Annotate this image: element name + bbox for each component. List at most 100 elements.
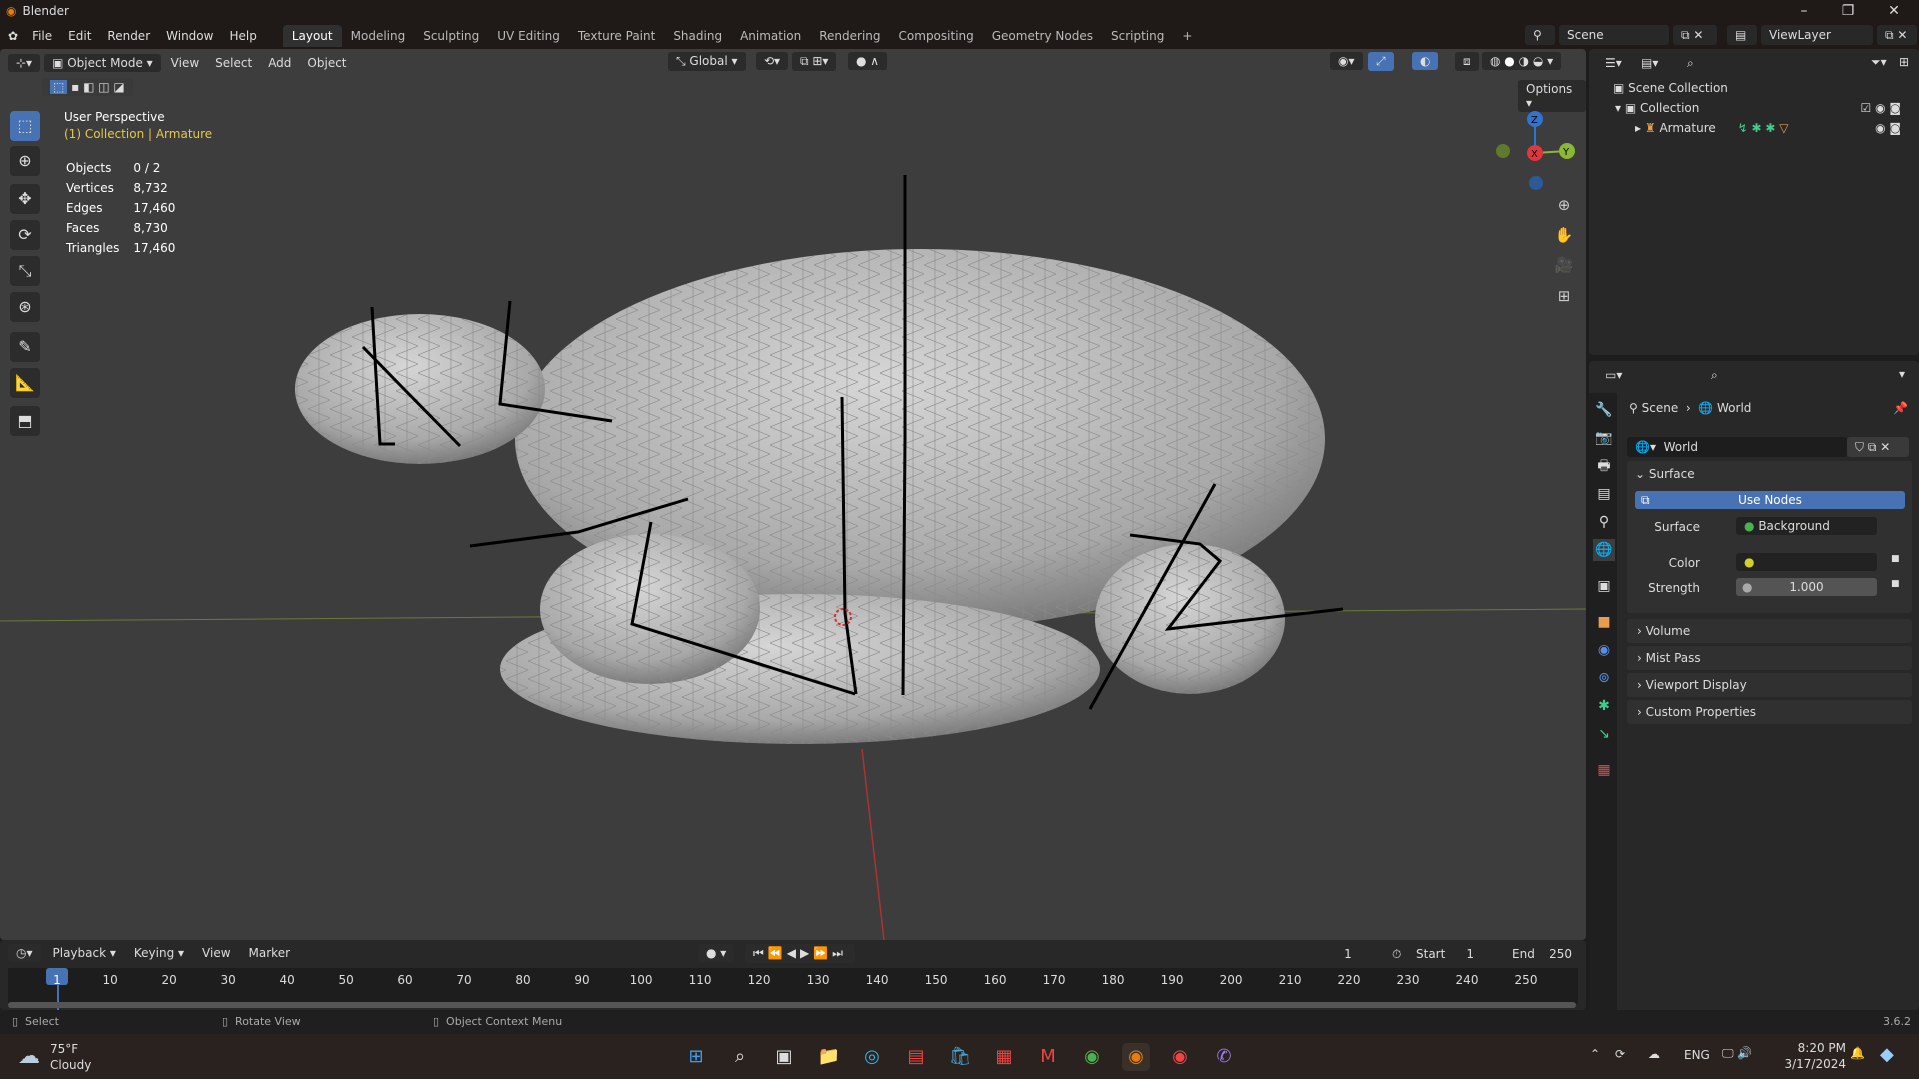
language-indicator[interactable]: ENG bbox=[1684, 1048, 1710, 1062]
bone-tab-icon[interactable]: ↘ bbox=[1593, 723, 1615, 745]
notepad-app-icon[interactable]: ▤ bbox=[902, 1043, 930, 1071]
mode-selector[interactable]: ▣ Object Mode ▾ bbox=[44, 53, 161, 72]
tab-rendering[interactable]: Rendering bbox=[810, 25, 889, 47]
pin-icon[interactable]: 📌 bbox=[1893, 401, 1908, 415]
strength-keyframe-icon[interactable]: ■ bbox=[1891, 579, 1900, 589]
start-button-icon[interactable]: ⊞ bbox=[682, 1043, 710, 1071]
weather-condition[interactable]: Cloudy bbox=[50, 1058, 91, 1072]
transform-tool[interactable]: ⊛ bbox=[10, 292, 40, 322]
selection-mode-buttons[interactable]: ⬚ ▪ ◧ ◫ ◪ bbox=[42, 78, 133, 96]
task-view-icon[interactable]: ▣ bbox=[770, 1043, 798, 1071]
mail-app-icon[interactable]: M bbox=[1034, 1043, 1062, 1071]
close-button[interactable]: ✕ bbox=[1874, 0, 1914, 22]
world-datablock-selector[interactable]: 🌐▾ World bbox=[1627, 437, 1847, 457]
clock-time[interactable]: 8:20 PM bbox=[1786, 1041, 1846, 1055]
chrome-icon[interactable]: ◉ bbox=[1078, 1043, 1106, 1071]
edge-icon[interactable]: ◎ bbox=[858, 1043, 886, 1071]
filter-icon[interactable]: ⏷▾ bbox=[1871, 55, 1887, 70]
rotate-tool[interactable]: ⟳ bbox=[10, 220, 40, 250]
start-frame-field[interactable]: Start 1 bbox=[1408, 944, 1482, 964]
playback-menu[interactable]: Playback ▾ bbox=[47, 944, 122, 962]
gizmo-toggle-button[interactable]: ⤢ bbox=[1368, 52, 1394, 71]
editor-type-button[interactable]: ⊹▾ bbox=[8, 53, 41, 72]
measure-tool[interactable]: 📐 bbox=[10, 368, 40, 398]
texture-tab-icon[interactable]: ▦ bbox=[1593, 759, 1615, 781]
mist-pass-panel[interactable]: › Mist Pass bbox=[1627, 646, 1912, 670]
tab-geometry-nodes[interactable]: Geometry Nodes bbox=[983, 25, 1102, 47]
weather-temp[interactable]: 75°F bbox=[50, 1042, 78, 1056]
scene-selector[interactable]: Scene bbox=[1559, 25, 1669, 45]
surface-shader-selector[interactable]: ● Background bbox=[1736, 517, 1877, 535]
pivot-point-button[interactable]: ⟲▾ bbox=[756, 52, 789, 70]
tab-uv-editing[interactable]: UV Editing bbox=[488, 25, 569, 47]
outliner-search-input[interactable]: ⌕ bbox=[1679, 53, 1799, 73]
clock-date[interactable]: 3/17/2024 bbox=[1780, 1057, 1846, 1071]
blender-menu-icon[interactable]: ✿ bbox=[8, 29, 18, 43]
new-collection-icon[interactable]: ⊞ bbox=[1899, 55, 1909, 69]
tab-animation[interactable]: Animation bbox=[731, 25, 810, 47]
tray-app-icon[interactable]: ⟳ bbox=[1615, 1047, 1625, 1061]
transform-orientation-selector[interactable]: ⤡ Global ▾ bbox=[668, 52, 746, 71]
display-mode-button[interactable]: ☰▾ bbox=[1597, 53, 1627, 73]
navigation-gizmo[interactable]: Z Y X bbox=[1490, 105, 1580, 195]
xray-toggle-button[interactable]: ⧈ bbox=[1455, 52, 1479, 71]
properties-search-input[interactable]: ⌕ bbox=[1703, 365, 1813, 385]
view-layer-new-button[interactable]: ⧉ ✕ bbox=[1877, 25, 1917, 45]
view-layer-selector[interactable]: ViewLayer bbox=[1761, 25, 1873, 45]
chrome-profile-icon[interactable]: ◉ bbox=[1166, 1043, 1194, 1071]
scene-icon[interactable]: ⚲ bbox=[1525, 25, 1555, 45]
move-tool[interactable]: ✥ bbox=[10, 184, 40, 214]
outliner-row-scene-collection[interactable]: ▣ Scene Collection bbox=[1613, 81, 1728, 95]
snap-button[interactable]: ⧉ ⊞▾ bbox=[792, 52, 837, 71]
view-layer-filter-button[interactable]: ▤▾ bbox=[1633, 53, 1663, 73]
office-app-icon[interactable]: ▦ bbox=[990, 1043, 1018, 1071]
strength-field[interactable]: ● 1.000 bbox=[1736, 578, 1877, 596]
collection-tab-icon[interactable]: ▣ bbox=[1593, 575, 1615, 597]
maximize-button[interactable]: ❐ bbox=[1828, 0, 1868, 22]
onedrive-icon[interactable]: ☁ bbox=[1648, 1047, 1660, 1061]
custom-properties-panel[interactable]: › Custom Properties bbox=[1627, 700, 1912, 724]
outliner-row-armature[interactable]: ▸ ♜ Armature ↯ ✱ ✱ ▽ ◉ ◙ bbox=[1635, 121, 1915, 135]
tab-scripting[interactable]: Scripting bbox=[1102, 25, 1173, 47]
minimize-button[interactable]: – bbox=[1784, 0, 1824, 22]
visibility-button[interactable]: ◉▾ bbox=[1330, 52, 1363, 70]
end-frame-field[interactable]: End 250 bbox=[1504, 944, 1580, 964]
3d-viewport[interactable] bbox=[0, 49, 1586, 940]
preview-range-icon[interactable]: ⏱ bbox=[1392, 947, 1401, 962]
file-explorer-icon[interactable]: 📁 bbox=[815, 1043, 843, 1071]
orthographic-grid-icon[interactable]: ⊞ bbox=[1551, 283, 1577, 309]
store-icon[interactable]: 🛍 bbox=[946, 1043, 974, 1071]
properties-options-icon[interactable]: ▾ bbox=[1899, 367, 1905, 381]
menu-help[interactable]: Help bbox=[221, 29, 264, 43]
constraints-tab-icon[interactable]: ⊚ bbox=[1593, 667, 1615, 689]
viewport-display-panel[interactable]: › Viewport Display bbox=[1627, 673, 1912, 697]
outliner-row-collection[interactable]: ▾ ▣ Collection ☑ ◉ ◙ bbox=[1615, 101, 1915, 115]
menu-object[interactable]: Object bbox=[301, 54, 352, 72]
menu-add[interactable]: Add bbox=[262, 54, 297, 72]
scene-tab-icon[interactable]: ⚲ bbox=[1593, 511, 1615, 533]
scale-tool[interactable]: ⤡ bbox=[10, 256, 40, 286]
add-cube-tool[interactable]: ⬒ bbox=[10, 406, 40, 436]
timeline-editor-type[interactable]: ◷▾ bbox=[8, 944, 41, 962]
armature-visibility-icons[interactable]: ◉ ◙ bbox=[1875, 121, 1901, 135]
blender-taskbar-icon[interactable]: ◉ bbox=[1122, 1043, 1150, 1071]
menu-select[interactable]: Select bbox=[209, 54, 258, 72]
render-tab-icon[interactable]: 📷 bbox=[1593, 427, 1615, 449]
annotate-tool[interactable]: ✎ bbox=[10, 332, 40, 362]
tab-shading[interactable]: Shading bbox=[664, 25, 731, 47]
world-tab-icon[interactable]: 🌐 bbox=[1593, 539, 1615, 561]
scene-new-button[interactable]: ⧉ ✕ bbox=[1673, 25, 1717, 45]
proportional-editing-button[interactable]: ● ∧ bbox=[848, 52, 888, 70]
network-volume-icons[interactable]: 🖵 🔊 bbox=[1722, 1046, 1752, 1061]
tab-layout[interactable]: Layout bbox=[282, 24, 342, 47]
volume-panel[interactable]: › Volume bbox=[1627, 619, 1912, 643]
tab-compositing[interactable]: Compositing bbox=[890, 25, 983, 47]
zoom-icon[interactable]: ⊕ bbox=[1551, 192, 1577, 218]
notification-bell-icon[interactable]: 🔔 bbox=[1850, 1046, 1865, 1060]
menu-view[interactable]: View bbox=[165, 54, 205, 72]
marker-menu[interactable]: Marker bbox=[243, 944, 296, 962]
tab-modeling[interactable]: Modeling bbox=[342, 25, 415, 47]
view-layer-tab-icon[interactable]: ▤ bbox=[1593, 483, 1615, 505]
shading-mode-buttons[interactable]: ◍ ● ◑ ◒ ▾ bbox=[1482, 52, 1562, 70]
color-field[interactable]: ● bbox=[1736, 553, 1877, 571]
